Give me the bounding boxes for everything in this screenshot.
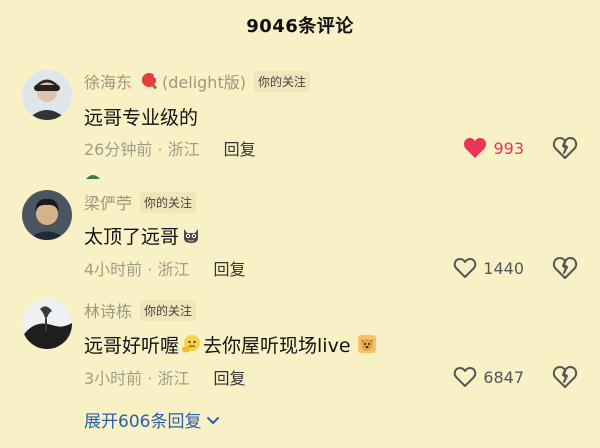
comment-text-content: 远哥好听喔 [84, 334, 180, 357]
comment-author-row: 徐海东 (delight版) 你的关注 [84, 70, 310, 92]
username[interactable]: 徐海东 [84, 69, 132, 93]
comment-time-location: 3小时前 · 浙江 [84, 369, 190, 388]
like-count: 6847 [483, 367, 524, 387]
avatar[interactable] [22, 190, 72, 240]
broken-heart-icon [552, 257, 578, 279]
comment-text-content: 远哥专业级的 [84, 106, 199, 129]
dislike-button[interactable] [552, 255, 578, 281]
reply-button[interactable]: 回复 [213, 256, 245, 280]
expand-replies-button[interactable]: 展开606条回复 [84, 407, 221, 432]
comment-text-content: 太顶了远哥 [84, 225, 180, 248]
like-count: 993 [493, 138, 524, 158]
broken-heart-icon [552, 137, 578, 159]
comment-text-continuation: 去你屋听现场live [203, 334, 351, 357]
comment-meta: 3小时前 · 浙江 回复 [84, 366, 245, 388]
avatar[interactable] [22, 299, 72, 349]
like-button[interactable]: 1440 [453, 256, 524, 280]
ping-pong-paddle-icon [142, 73, 159, 90]
dog-sticker-emoji-icon [357, 335, 376, 353]
username[interactable]: 梁俨苧 [84, 190, 132, 214]
reply-button[interactable]: 回复 [213, 365, 245, 389]
thinking-face-emoji-icon [182, 335, 201, 353]
cat-face-emoji-icon [184, 229, 199, 243]
partial-emoji-icon [86, 175, 100, 179]
dislike-button[interactable] [552, 135, 578, 161]
heart-outline-icon [454, 367, 477, 387]
username[interactable]: 林诗栋 [84, 298, 132, 322]
comment-meta: 4小时前 · 浙江 回复 [84, 257, 245, 279]
chevron-down-icon [207, 416, 220, 424]
comments-header: 9046条评论 [0, 0, 600, 50]
comment-author-row: 梁俨苧 你的关注 [84, 190, 197, 214]
avatar[interactable] [22, 70, 72, 120]
dislike-button[interactable] [552, 364, 578, 390]
comments-count-title: 9046条评论 [246, 16, 354, 37]
username-suffix: (delight版) [162, 73, 246, 92]
heart-outline-icon [454, 258, 477, 278]
heart-filled-icon [464, 138, 487, 158]
comment-meta: 26分钟前 · 浙江 回复 [84, 137, 256, 159]
like-button[interactable]: 993 [463, 136, 524, 160]
comment-text: 远哥好听喔 去你屋听现场live [84, 331, 377, 357]
comment-time-location: 4小时前 · 浙江 [84, 260, 190, 279]
reply-button[interactable]: 回复 [224, 136, 256, 160]
like-count: 1440 [483, 258, 524, 278]
expand-replies-label: 展开606条回复 [84, 412, 202, 432]
following-badge: 你的关注 [140, 299, 197, 321]
following-badge: 你的关注 [140, 191, 197, 213]
like-button[interactable]: 6847 [453, 365, 524, 389]
comment-text: 远哥专业级的 [84, 103, 198, 129]
comment-time-location: 26分钟前 · 浙江 [84, 140, 200, 159]
following-badge: 你的关注 [253, 70, 310, 92]
comment-author-row: 林诗栋 你的关注 [84, 298, 197, 322]
comment-text: 太顶了远哥 [84, 222, 201, 248]
broken-heart-icon [552, 366, 578, 388]
